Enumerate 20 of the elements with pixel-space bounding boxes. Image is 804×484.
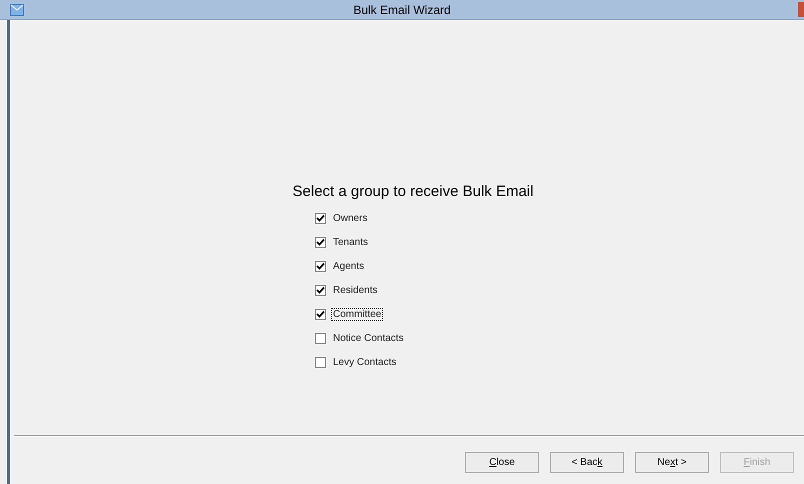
window-title: Bulk Email Wizard [352,2,452,16]
checkbox[interactable] [315,236,326,248]
checkbox-label[interactable]: Notice Contacts [331,332,406,344]
heading: Select a group to receive Bulk Email [292,183,534,200]
envelope-icon [10,4,24,16]
checkbox-label[interactable]: Committee [331,308,384,320]
checkbox[interactable] [315,284,326,296]
checkbox[interactable] [315,260,326,272]
checkbox[interactable] [315,308,326,320]
checkbox-label[interactable]: Tenants [331,236,370,248]
checkbox[interactable] [315,332,326,344]
checkbox[interactable] [315,212,326,224]
checkbox-label[interactable]: Owners [331,212,370,224]
wizard-button[interactable]: Next > [635,452,709,473]
wizard-button[interactable]: < Back [550,452,624,473]
checkbox-label[interactable]: Residents [331,284,380,296]
wizard-button[interactable]: Close [465,452,539,473]
checkbox-label[interactable]: Levy Contacts [331,356,398,368]
checkbox-label[interactable]: Agents [331,260,366,272]
checkbox[interactable] [315,356,326,368]
